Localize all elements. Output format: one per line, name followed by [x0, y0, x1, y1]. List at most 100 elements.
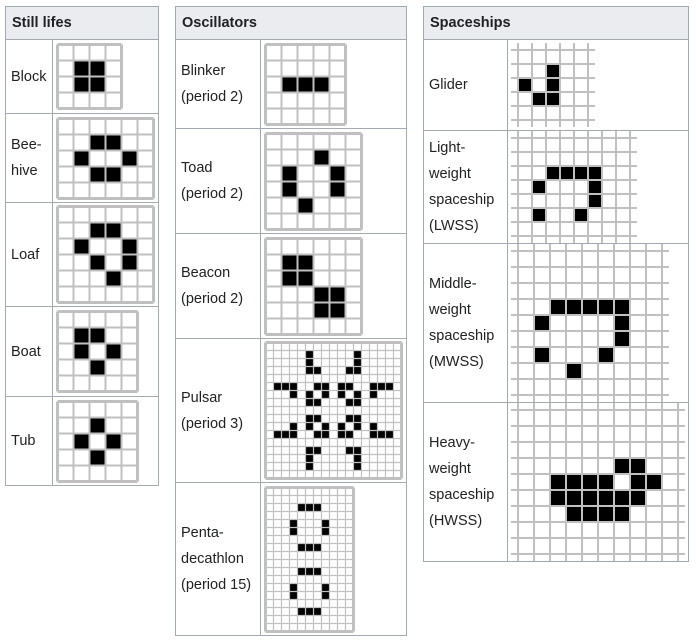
live-cell	[614, 299, 630, 315]
live-cell	[73, 433, 90, 449]
tub-row: Tub	[5, 396, 159, 486]
live-cell	[532, 92, 546, 106]
live-cell	[385, 430, 394, 439]
live-cell	[614, 490, 630, 506]
live-cell	[329, 302, 346, 318]
live-cell	[646, 474, 662, 490]
live-cell	[353, 454, 362, 463]
toad-period-2-label: Toad (period 2)	[175, 128, 261, 234]
live-cell	[121, 150, 138, 166]
middle-weight-spaceship-mwss-row: Middle- weight spaceship (MWSS)	[423, 243, 689, 403]
light-weight-spaceship-lwss-label: Light- weight spaceship (LWSS)	[423, 130, 508, 244]
pulsar-period-3-label: Pulsar (period 3)	[175, 338, 261, 483]
live-cell	[89, 134, 106, 150]
light-weight-spaceship-lwss-pattern-cell	[507, 130, 689, 244]
still-lifes-header: Still lifes	[5, 6, 159, 40]
live-cell	[546, 78, 560, 92]
still-lifes-table: Still lifes Block Bee- hive Loaf Boat Tub	[5, 6, 159, 486]
live-cell	[337, 430, 346, 439]
live-cell	[281, 430, 290, 439]
live-cell	[329, 181, 346, 197]
live-cell	[305, 503, 314, 511]
live-cell	[353, 446, 362, 455]
live-cell	[105, 134, 122, 150]
live-cell	[345, 414, 354, 423]
live-cell	[353, 350, 362, 359]
live-cell	[369, 382, 378, 391]
live-cell	[588, 194, 602, 208]
live-cell	[281, 270, 298, 286]
live-cell	[329, 286, 346, 302]
live-cell	[313, 567, 322, 575]
bee-hive-pattern-grid	[56, 116, 155, 200]
toad-period-2-pattern-grid	[264, 131, 363, 231]
live-cell	[289, 583, 298, 591]
live-cell	[313, 286, 330, 302]
live-cell	[289, 390, 298, 399]
live-cell	[289, 591, 298, 599]
live-cell	[353, 422, 362, 431]
live-cell	[289, 519, 298, 527]
live-cell	[385, 382, 394, 391]
live-cell	[630, 490, 646, 506]
loaf-pattern-cell	[52, 202, 159, 307]
live-cell	[105, 166, 122, 182]
live-cell	[313, 149, 330, 165]
live-cell	[121, 254, 138, 271]
live-cell	[89, 166, 106, 182]
spaceships-table: Spaceships Glider Light- weight spaceship …	[423, 6, 689, 562]
live-cell	[305, 350, 314, 359]
live-cell	[614, 315, 630, 331]
live-cell	[305, 607, 314, 615]
live-cell	[297, 270, 314, 286]
live-cell	[89, 60, 106, 77]
beacon-period-2-label: Beacon (period 2)	[175, 233, 261, 339]
live-cell	[313, 446, 322, 455]
block-pattern-grid	[56, 43, 123, 110]
live-cell	[345, 430, 354, 439]
live-cell	[305, 543, 314, 551]
live-cell	[89, 76, 106, 93]
live-cell	[588, 166, 602, 180]
live-cell	[369, 422, 378, 431]
blinker-period-2-pattern-cell	[260, 39, 407, 129]
live-cell	[305, 422, 314, 431]
live-cell	[73, 343, 90, 360]
live-cell	[353, 398, 362, 407]
penta-decathlon-period-15-pattern-grid	[264, 485, 355, 633]
middle-weight-spaceship-mwss-label: Middle- weight spaceship (MWSS)	[423, 243, 508, 403]
live-cell	[305, 446, 314, 455]
live-cell	[105, 270, 122, 287]
live-cell	[566, 506, 582, 522]
live-cell	[105, 222, 122, 239]
live-cell	[305, 390, 314, 399]
bee-hive-row: Bee- hive	[5, 113, 159, 203]
live-cell	[614, 506, 630, 522]
live-cell	[574, 208, 588, 222]
live-cell	[297, 503, 306, 511]
live-cell	[89, 417, 106, 433]
light-weight-spaceship-lwss-row: Light- weight spaceship (LWSS)	[423, 130, 689, 244]
live-cell	[574, 166, 588, 180]
boat-pattern-grid	[56, 310, 139, 393]
glider-pattern-grid	[511, 43, 595, 127]
heavy-weight-spaceship-hwss-label: Heavy- weight spaceship (HWSS)	[423, 402, 508, 562]
live-cell	[377, 382, 386, 391]
live-cell	[297, 543, 306, 551]
loaf-row: Loaf	[5, 202, 159, 307]
live-cell	[313, 382, 322, 391]
live-cell	[305, 398, 314, 407]
live-cell	[518, 78, 532, 92]
live-cell	[313, 414, 322, 423]
live-cell	[582, 506, 598, 522]
pulsar-period-3-pattern-cell	[260, 338, 407, 483]
toad-period-2-row: Toad (period 2)	[175, 128, 407, 234]
live-cell	[305, 414, 314, 423]
pulsar-period-3-row: Pulsar (period 3)	[175, 338, 407, 483]
live-cell	[305, 567, 314, 575]
loaf-pattern-grid	[56, 205, 155, 304]
live-cell	[353, 366, 362, 375]
glider-label: Glider	[423, 39, 508, 131]
live-cell	[313, 503, 322, 511]
live-cell	[353, 358, 362, 367]
